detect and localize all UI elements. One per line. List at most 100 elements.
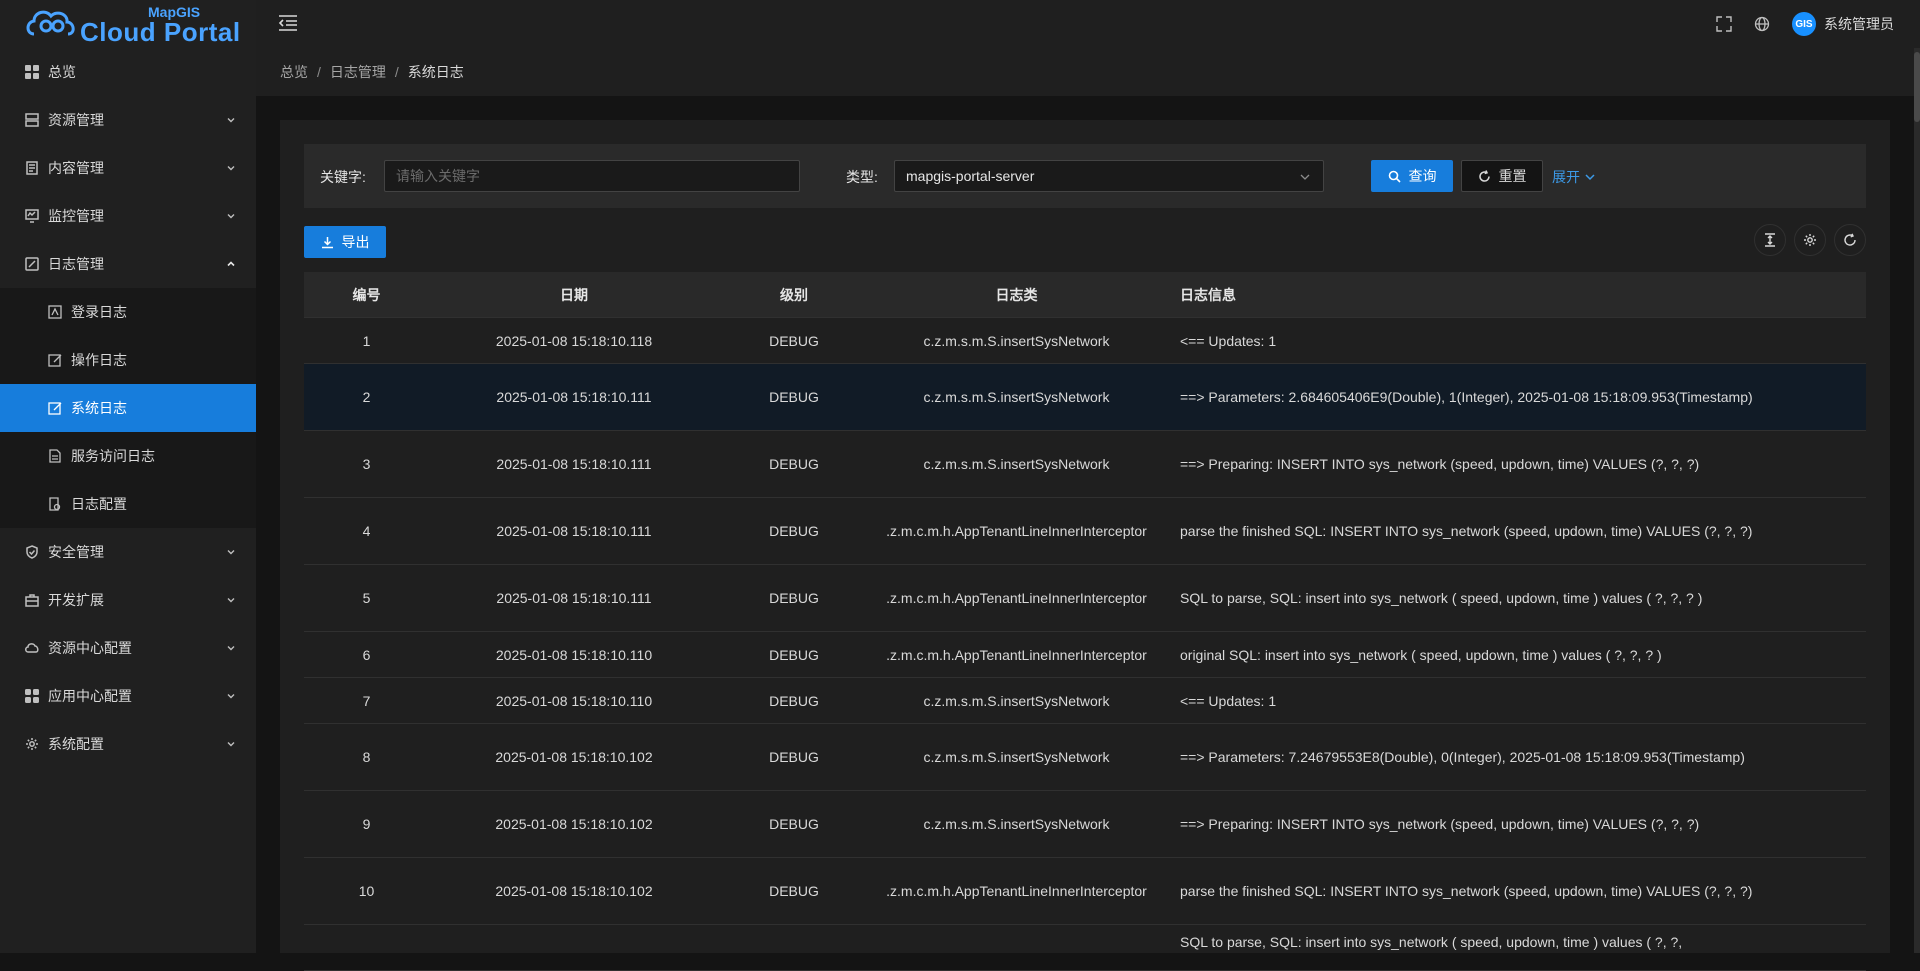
table-row[interactable]: 3 2025-01-08 15:18:10.111 DEBUG c.z.m.s.… — [304, 431, 1866, 498]
table-row[interactable]: 1 2025-01-08 15:18:10.118 DEBUG c.z.m.s.… — [304, 318, 1866, 364]
cell-no: 7 — [362, 692, 371, 709]
sidebar-item-service-access-log[interactable]: 服务访问日志 — [0, 432, 256, 480]
fullscreen-icon[interactable] — [1716, 16, 1732, 32]
breadcrumb-log-management[interactable]: 日志管理 — [330, 62, 386, 82]
cell-level: DEBUG — [769, 749, 819, 765]
table-row[interactable]: 7 2025-01-08 15:18:10.110 DEBUG c.z.m.s.… — [304, 678, 1866, 724]
chevron-down-icon — [226, 592, 236, 608]
query-button[interactable]: 查询 — [1371, 160, 1453, 192]
keyword-label: 关键字: — [320, 169, 366, 185]
breadcrumb-overview[interactable]: 总览 — [280, 62, 308, 82]
cell-message: ==> Preparing: INSERT INTO sys_network (… — [1180, 816, 1700, 832]
username[interactable]: 系统管理员 — [1824, 14, 1894, 34]
chevron-down-icon — [226, 688, 236, 704]
sidebar-item-label: 开发扩展 — [48, 592, 104, 608]
language-globe-icon[interactable] — [1754, 16, 1770, 32]
sidebar-item-label: 监控管理 — [48, 208, 104, 224]
table-row[interactable]: 6 2025-01-08 15:18:10.110 DEBUG .z.m.c.m… — [304, 632, 1866, 678]
column-header-no: 编号 — [352, 286, 381, 303]
cell-class: c.z.m.s.m.S.insertSysNetwork — [923, 332, 1110, 349]
reset-button[interactable]: 重置 — [1461, 160, 1543, 192]
cell-date: 2025-01-08 15:18:10.102 — [495, 816, 653, 832]
table-row[interactable]: 4 2025-01-08 15:18:10.111 DEBUG .z.m.c.m… — [304, 498, 1866, 565]
page-scrollbar[interactable] — [1914, 48, 1920, 953]
system-log-icon — [48, 401, 62, 415]
dashboard-icon — [24, 64, 40, 80]
sidebar-item-label: 日志配置 — [71, 496, 127, 512]
export-button[interactable]: 导出 — [304, 226, 386, 258]
type-select[interactable]: mapgis-portal-server — [894, 160, 1324, 192]
cell-message: original SQL: insert into sys_network ( … — [1180, 646, 1662, 663]
column-header-level: 级别 — [780, 286, 808, 303]
cell-class: .z.m.c.m.h.AppTenantLineInnerInterceptor — [886, 883, 1147, 899]
sidebar-item-resource-center-config[interactable]: 资源中心配置 — [0, 624, 256, 672]
cell-message: <== Updates: 1 — [1180, 692, 1277, 709]
breadcrumb: 总览 / 日志管理 / 系统日志 — [256, 48, 1920, 96]
cell-level: DEBUG — [769, 389, 819, 405]
settings-icon[interactable] — [1794, 224, 1826, 256]
sidebar-item-overview[interactable]: 总览 — [0, 48, 256, 96]
cell-class: c.z.m.s.m.S.insertSysNetwork — [923, 692, 1110, 709]
file-log-icon — [48, 449, 62, 463]
page-scrollbar-thumb[interactable] — [1914, 52, 1920, 122]
sidebar-item-login-log[interactable]: 登录日志 — [0, 288, 256, 336]
sidebar-item-monitor[interactable]: 监控管理 — [0, 192, 256, 240]
breadcrumb-separator: / — [394, 64, 399, 80]
refresh-icon[interactable] — [1834, 224, 1866, 256]
sidebar-item-resource[interactable]: 资源管理 — [0, 96, 256, 144]
sidebar-item-label: 安全管理 — [48, 544, 104, 560]
menu-collapse-icon[interactable] — [278, 14, 298, 35]
sidebar: MapGIS Cloud Portal 总览 资源管理 内容管理 监控管理 日志… — [0, 0, 256, 953]
sidebar-item-log[interactable]: 日志管理 — [0, 240, 256, 288]
table-row[interactable]: SQL to parse, SQL: insert into sys_netwo… — [304, 925, 1866, 971]
sidebar-item-system-config[interactable]: 系统配置 — [0, 720, 256, 768]
content-icon — [24, 160, 40, 176]
main-content: 关键字: 请输入关键字 类型: mapgis-portal-server 查询 … — [280, 120, 1890, 971]
table-row[interactable]: 10 2025-01-08 15:18:10.102 DEBUG .z.m.c.… — [304, 858, 1866, 925]
gear-icon — [24, 736, 40, 752]
log-config-icon — [48, 497, 62, 511]
cell-no: 10 — [358, 883, 375, 899]
cell-date: 2025-01-08 15:18:10.102 — [495, 749, 653, 765]
keyword-input[interactable]: 请输入关键字 — [384, 160, 800, 192]
cell-message: parse the finished SQL: INSERT INTO sys_… — [1180, 523, 1753, 539]
sidebar-item-dev-extension[interactable]: 开发扩展 — [0, 576, 256, 624]
chevron-down-icon — [226, 112, 236, 128]
cell-message: SQL to parse, SQL: insert into sys_netwo… — [1180, 934, 1683, 950]
sidebar-item-label: 资源管理 — [48, 112, 104, 128]
table-row[interactable]: 9 2025-01-08 15:18:10.102 DEBUG c.z.m.s.… — [304, 791, 1866, 858]
cell-class: .z.m.c.m.h.AppTenantLineInnerInterceptor — [886, 523, 1147, 539]
chevron-down-icon — [226, 208, 236, 224]
shield-icon — [24, 544, 40, 560]
sidebar-item-operation-log[interactable]: 操作日志 — [0, 336, 256, 384]
sidebar-item-label: 应用中心配置 — [48, 688, 132, 704]
sidebar-item-log-config[interactable]: 日志配置 — [0, 480, 256, 528]
sidebar-item-security[interactable]: 安全管理 — [0, 528, 256, 576]
cell-class: .z.m.c.m.h.AppTenantLineInnerInterceptor — [886, 646, 1147, 663]
cell-level: DEBUG — [769, 332, 819, 349]
search-form: 关键字: 请输入关键字 类型: mapgis-portal-server 查询 … — [304, 144, 1866, 208]
cell-level: DEBUG — [769, 590, 819, 606]
table-toolbar — [1746, 224, 1866, 256]
cell-date: 2025-01-08 15:18:10.111 — [496, 590, 652, 606]
chevron-up-icon — [226, 256, 236, 272]
keyword-placeholder: 请输入关键字 — [396, 168, 480, 184]
cell-message: parse the finished SQL: INSERT INTO sys_… — [1180, 883, 1753, 899]
cell-no: 1 — [362, 332, 371, 349]
table-row[interactable]: 8 2025-01-08 15:18:10.102 DEBUG c.z.m.s.… — [304, 724, 1866, 791]
sidebar-item-label: 服务访问日志 — [71, 448, 155, 464]
table-row[interactable]: 5 2025-01-08 15:18:10.111 DEBUG .z.m.c.m… — [304, 565, 1866, 632]
avatar[interactable]: GIS — [1792, 12, 1816, 36]
briefcase-icon — [24, 592, 40, 608]
login-log-icon — [48, 305, 62, 319]
column-header-message: 日志信息 — [1180, 286, 1236, 303]
sidebar-item-app-center-config[interactable]: 应用中心配置 — [0, 672, 256, 720]
column-height-icon[interactable] — [1754, 224, 1786, 256]
sidebar-item-system-log[interactable]: 系统日志 — [0, 384, 256, 432]
table-row[interactable]: 2 2025-01-08 15:18:10.111 DEBUG c.z.m.s.… — [304, 364, 1866, 431]
sidebar-item-content[interactable]: 内容管理 — [0, 144, 256, 192]
cell-date: 2025-01-08 15:18:10.111 — [496, 523, 652, 539]
chevron-down-icon — [226, 160, 236, 176]
expand-link[interactable]: 展开 — [1552, 167, 1596, 187]
cell-level: DEBUG — [769, 523, 819, 539]
